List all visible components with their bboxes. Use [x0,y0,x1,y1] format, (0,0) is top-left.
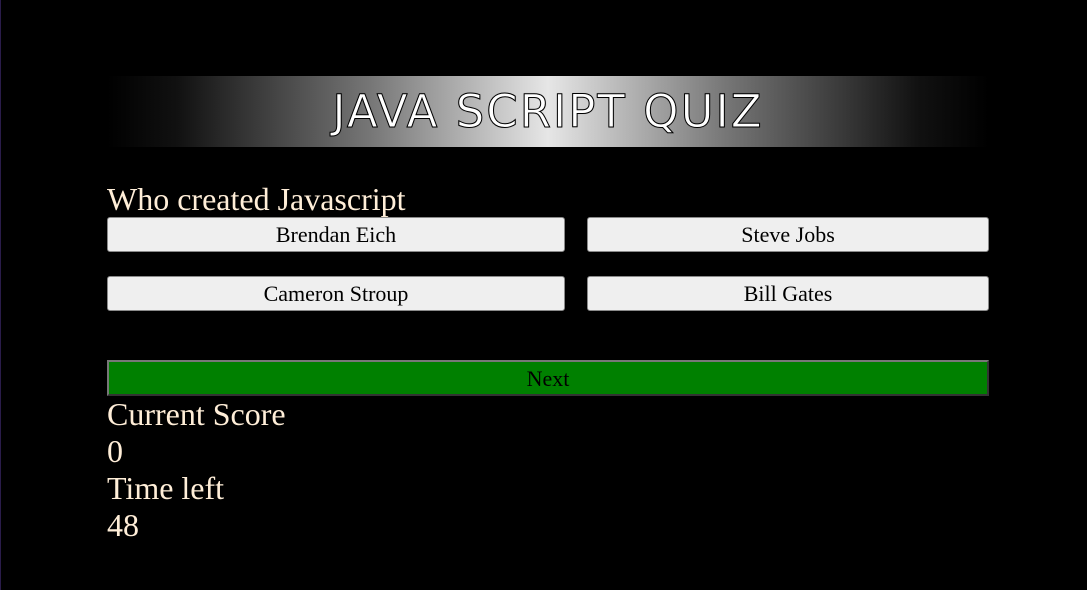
score-label: Current Score [107,396,286,432]
answer-grid: Brendan Eich Steve Jobs Cameron Stroup B… [107,217,989,312]
question-text: Who created Javascript [107,181,406,217]
answer-button-2[interactable]: Steve Jobs [587,217,989,252]
next-button[interactable]: Next [107,360,989,396]
score-value: 0 [107,433,123,469]
timer-label: Time left [107,470,225,506]
timer-value: 48 [107,507,139,543]
quiz-container: JAVA SCRIPT QUIZ Who created Javascript … [107,76,989,544]
title-banner: JAVA SCRIPT QUIZ [107,76,989,147]
page-title: JAVA SCRIPT QUIZ [332,85,764,139]
answer-button-3[interactable]: Cameron Stroup [107,276,565,311]
answer-button-1[interactable]: Brendan Eich [107,217,565,252]
answer-button-4[interactable]: Bill Gates [587,276,989,311]
